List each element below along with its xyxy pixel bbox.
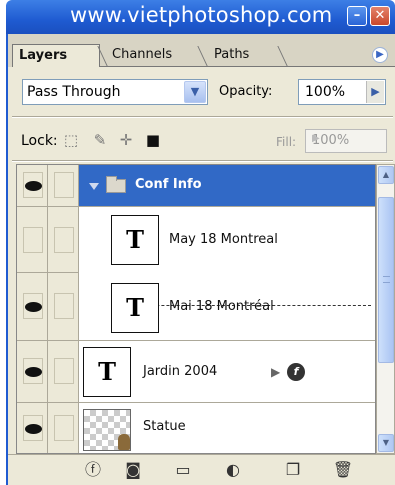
text-layer-thumbnail: T [111,283,159,333]
opacity-arrow-icon[interactable]: ▶ [366,81,384,103]
tabs-baseline [100,66,395,67]
blend-mode-select[interactable]: Pass Through ▼ [22,79,208,105]
expand-triangle-icon[interactable] [89,183,99,190]
fill-field[interactable]: 100% ▶ [305,129,387,153]
layer-row[interactable]: T Mai 18 Montréal [17,273,375,341]
link-cell [54,172,74,198]
new-layer-icon[interactable]: ❐ [282,459,304,481]
fill-arrow-icon[interactable]: ▶ [312,133,384,144]
lock-label: Lock: [21,133,58,149]
link-cell [54,415,74,441]
divider [12,160,393,162]
panel-tabs: Layers Channels Paths ▶ [8,34,395,67]
opacity-field[interactable]: 100% ▶ [298,79,386,105]
layers-scrollbar[interactable]: ▲ ▼ [376,164,395,454]
add-layer-style-icon[interactable]: ⓕ [82,459,104,481]
scroll-thumb[interactable] [378,197,394,363]
effects-expand-icon[interactable]: ▶ [271,365,280,379]
link-cell [54,358,74,384]
add-layer-mask-icon[interactable]: ◙ [122,459,144,481]
lock-all-icon[interactable]: ■ [143,130,163,150]
tab-divider [277,46,288,66]
layer-row[interactable]: T May 18 Montreal [17,207,375,273]
layers-list: Conf Info T May 18 Montreal T Mai 18 Mon… [16,164,376,454]
tab-channels[interactable]: Channels [106,44,198,67]
chevron-down-icon[interactable]: ▼ [184,81,206,103]
layer-effects-icon[interactable]: f [287,363,305,381]
folder-icon [106,176,126,193]
scroll-grip [383,276,390,283]
link-toggle[interactable] [48,273,79,341]
visibility-toggle[interactable] [17,403,48,453]
scroll-up-button[interactable]: ▲ [378,166,394,184]
new-adjustment-layer-icon[interactable]: ◐ [222,459,244,481]
panel-bottom-toolbar: ⓕ ◙ ▭ ◐ ❐ 🗑 [8,454,395,485]
layer-row[interactable]: Conf Info [17,165,375,207]
text-layer-thumbnail: T [83,347,131,397]
layer-content[interactable]: T Jardin 2004 ▶ f [79,341,375,403]
layer-name: May 18 Montreal [169,232,278,247]
lock-image-icon[interactable]: ✎ [90,130,110,150]
layer-content[interactable]: T May 18 Montreal [79,207,375,273]
statue-thumbnail-figure [118,434,130,450]
layer-content[interactable]: Statue [79,403,375,453]
link-toggle[interactable] [48,341,79,403]
eye-icon [25,180,42,191]
layer-name: Statue [143,419,186,434]
panel-menu-button[interactable]: ▶ [372,47,388,63]
layer-name: Mai 18 Montréal [169,299,274,314]
trash-icon[interactable]: 🗑 [332,459,354,481]
visibility-toggle[interactable] [17,273,48,341]
tab-layers[interactable]: Layers [12,44,100,67]
link-cell [54,293,74,319]
image-layer-thumbnail [83,409,131,451]
visibility-cell [23,227,43,253]
fill-label: Fill: [276,135,297,149]
text-layer-thumbnail: T [111,215,159,265]
layer-content[interactable]: Conf Info [79,165,375,207]
visibility-toggle[interactable] [17,165,48,207]
eye-icon [25,423,42,434]
layer-row[interactable]: Statue [17,403,375,453]
visibility-toggle[interactable] [17,207,48,273]
layer-row[interactable]: T Jardin 2004 ▶ f [17,341,375,403]
tab-paths[interactable]: Paths [208,44,278,67]
layers-panel: Layers Channels Paths ▶ Pass Through ▼ O… [6,34,395,485]
link-toggle[interactable] [48,207,79,273]
new-group-icon[interactable]: ▭ [172,459,194,481]
lock-transparency-icon[interactable]: ⬚ [61,130,81,150]
link-toggle[interactable] [48,165,79,207]
scroll-down-button[interactable]: ▼ [378,434,394,452]
divider [12,116,393,118]
close-button[interactable]: ✕ [370,6,390,26]
tab-divider [197,46,208,66]
opacity-value: 100% [305,84,346,100]
blend-mode-value: Pass Through [27,84,121,100]
layer-name: Jardin 2004 [143,364,218,379]
link-cell [54,227,74,253]
lock-position-icon[interactable]: ✛ [116,130,136,150]
visibility-toggle[interactable] [17,341,48,403]
title-bar[interactable]: www.vietphotoshop.com – ✕ [6,0,395,34]
layer-content[interactable]: T Mai 18 Montréal [79,273,375,341]
minimize-button[interactable]: – [347,6,367,26]
eye-icon [25,301,42,312]
layer-name: Conf Info [135,177,202,192]
link-toggle[interactable] [48,403,79,453]
window-title: www.vietphotoshop.com [70,3,333,27]
opacity-label: Opacity: [219,84,273,99]
eye-icon [25,366,42,377]
